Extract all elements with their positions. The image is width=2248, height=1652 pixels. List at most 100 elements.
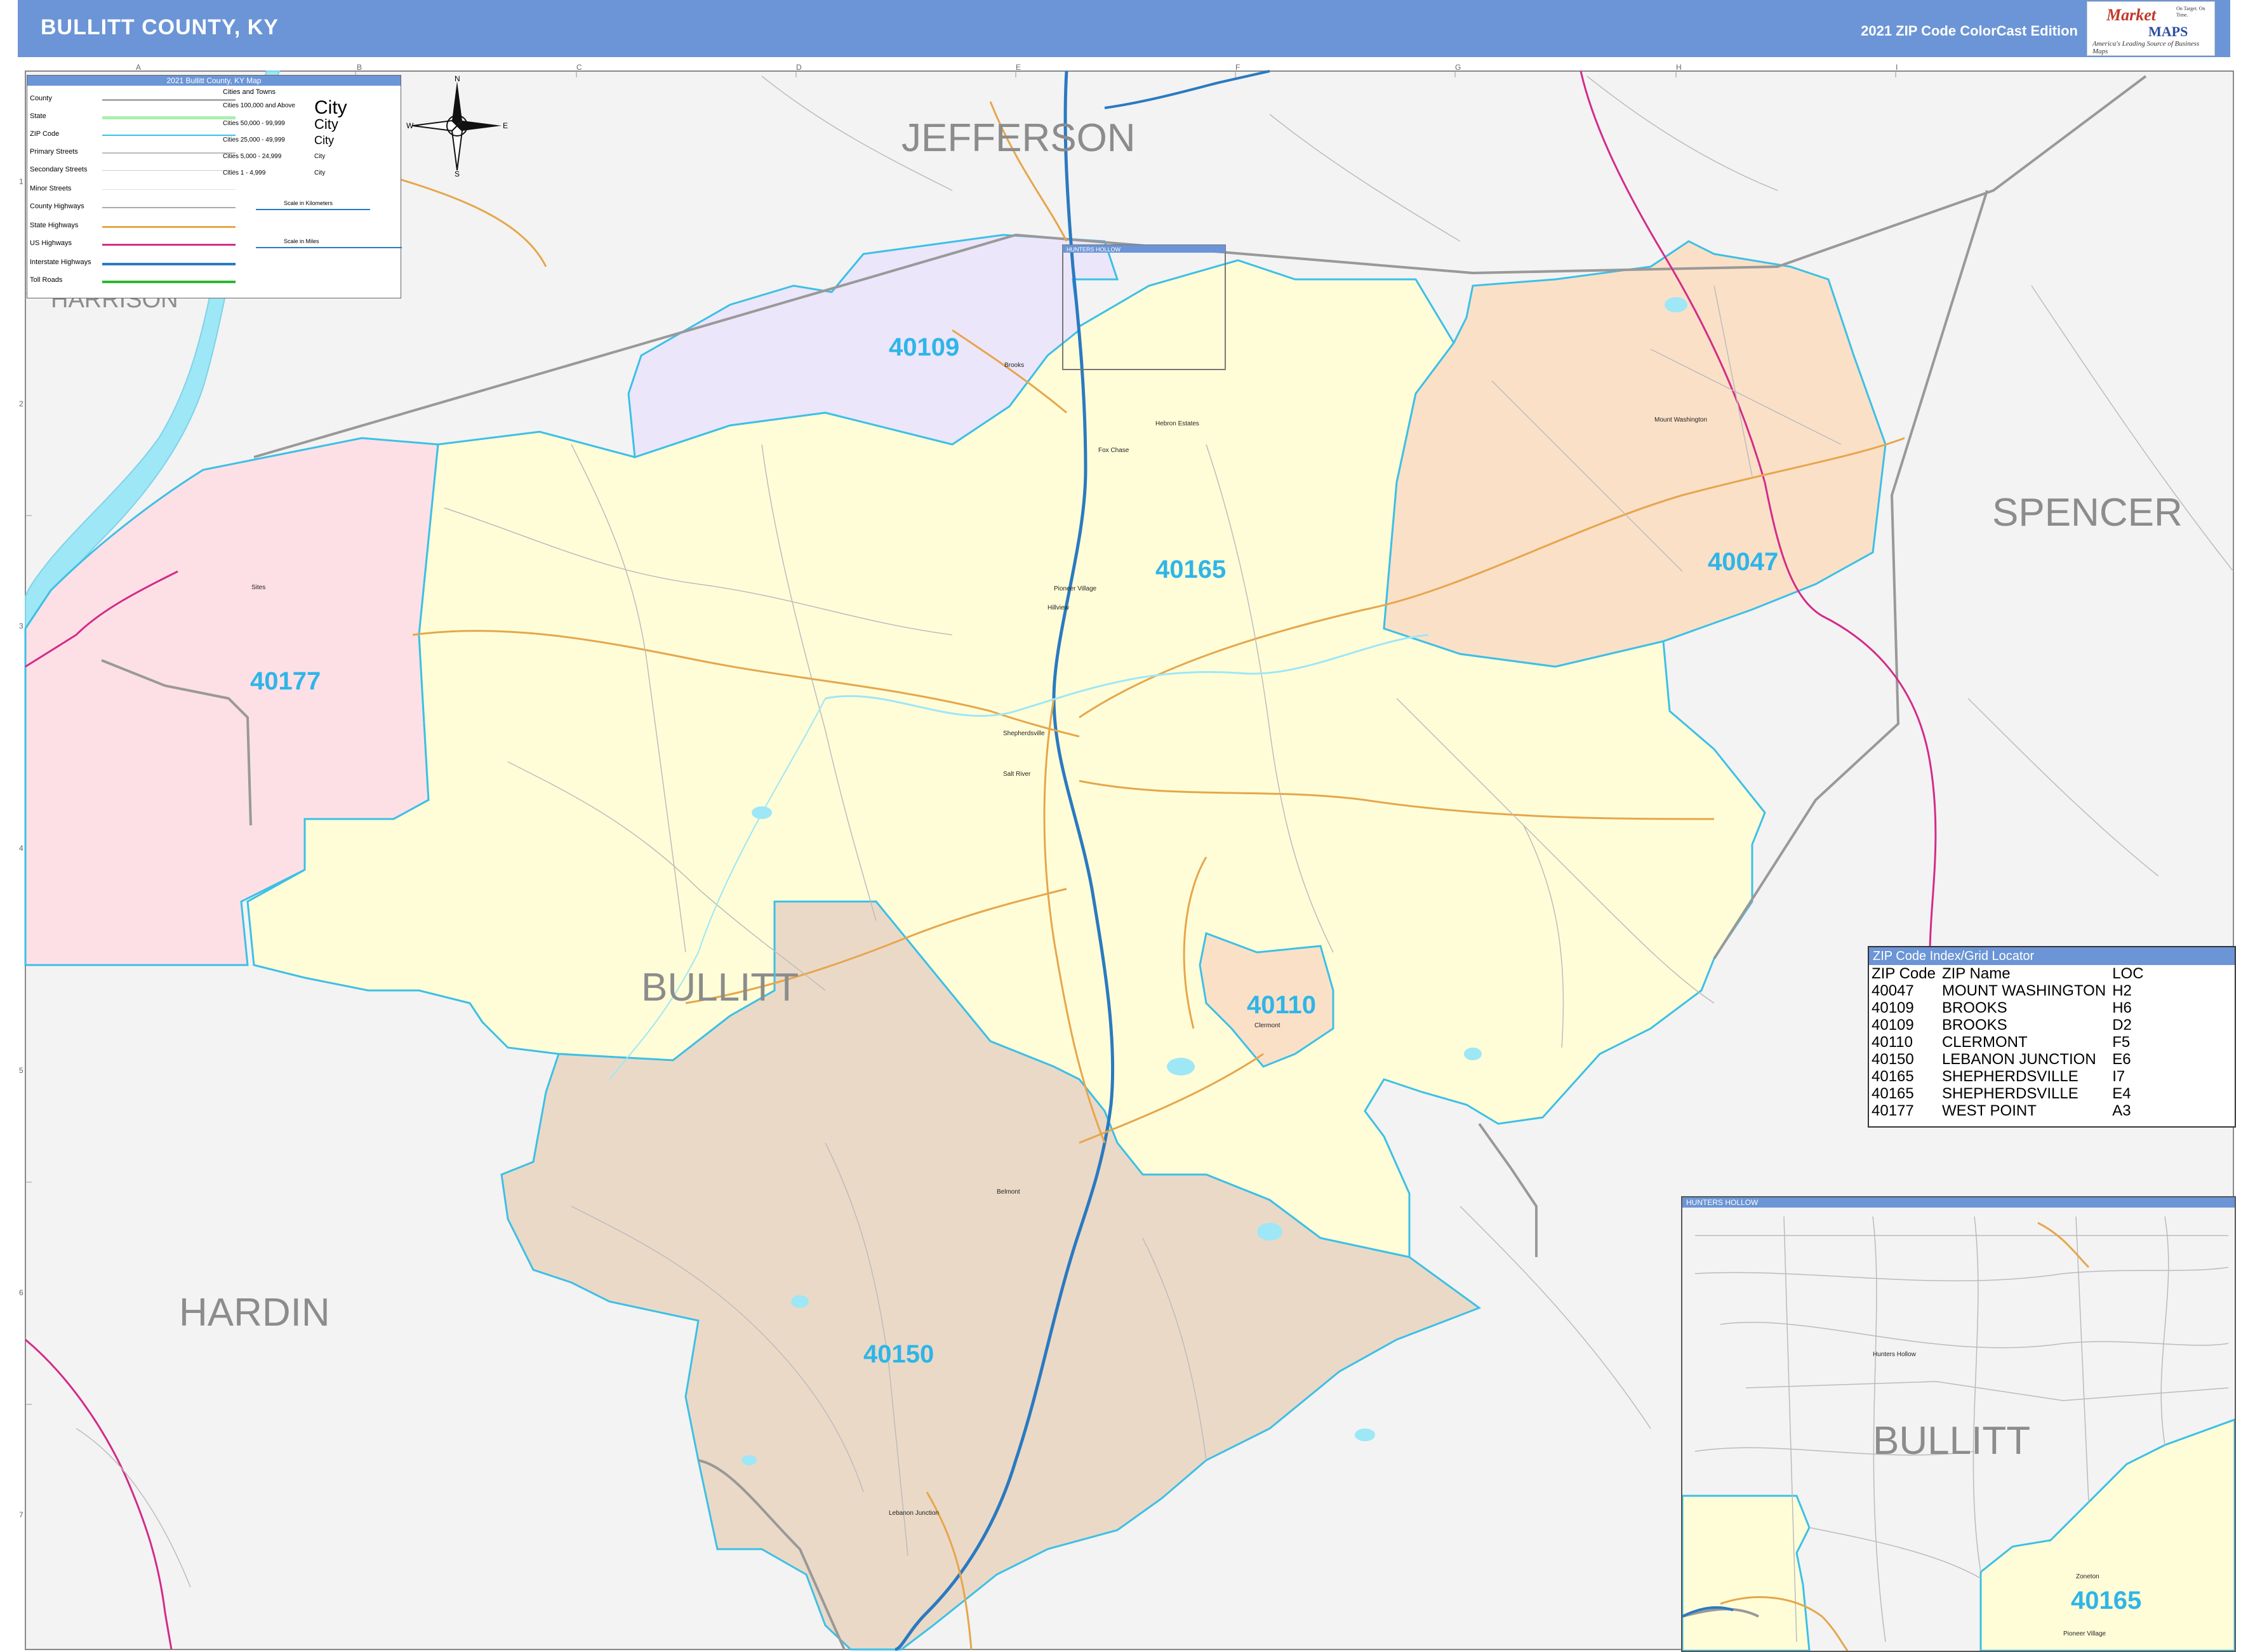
table-row: 40109 BROOKS H6 — [1872, 999, 2150, 1016]
zip-index-table: ZIP Code ZIP Name LOC 40047 MOUNT WASHING… — [1872, 965, 2150, 1119]
grid-col-b: B — [357, 63, 362, 72]
grid-row-4: 4 — [19, 844, 23, 853]
city-clermont: Clermont — [1254, 1022, 1280, 1029]
table-row: 40165 SHEPHERDSVILLE I7 — [1872, 1068, 2150, 1085]
inset-zip-label: 40165 — [2071, 1587, 2141, 1615]
compass-rose: N S E W — [406, 75, 508, 177]
legend-state-line — [102, 116, 236, 119]
grid-col-i: I — [1896, 63, 1898, 72]
grid-row-5: 5 — [19, 1066, 23, 1075]
zip-label-40177: 40177 — [250, 667, 321, 695]
city-shepherdsville: Shepherdsville — [1003, 730, 1045, 737]
inset-city-pioneer-village: Pioneer Village — [2063, 1630, 2106, 1637]
legend-cities-4: Cities 5,000 - 24,999 — [223, 153, 282, 160]
zip-loc-cell: E4 — [2112, 1085, 2131, 1102]
inset-map[interactable]: HUNTERS HOLLOW Hunters Hollow Zoneton Pi… — [1681, 1196, 2236, 1652]
legend-city-sample-4: City — [314, 153, 326, 160]
legend-scale-km-bar — [256, 209, 370, 210]
legend-primary: Primary Streets — [30, 148, 78, 156]
zip-name-cell: SHEPHERDSVILLE — [1941, 1085, 2078, 1102]
legend-county-line — [102, 99, 236, 101]
zip-loc-cell: I7 — [2112, 1068, 2125, 1085]
city-salt-river: Salt River — [1003, 771, 1031, 778]
legend-scale-km: Scale in Kilometers — [284, 200, 333, 206]
zip-name-cell: SHEPHERDSVILLE — [1941, 1068, 2078, 1085]
legend-minor: Minor Streets — [30, 185, 72, 192]
county-label-bullitt: BULLITT — [641, 966, 799, 1009]
legend-interstate: Interstate Highways — [30, 258, 91, 266]
legend-county: County — [30, 95, 52, 102]
inset-map-canvas: Hunters Hollow Zoneton Pioneer Village B… — [1682, 1208, 2235, 1651]
legend-primary-line — [102, 152, 236, 154]
legend-state-hwy-line — [102, 226, 236, 228]
zip-name-cell: BROOKS — [1941, 999, 2007, 1016]
inset-locator-label: HUNTERS HOLLOW — [1067, 246, 1121, 253]
legend-city-sample-3: City — [314, 134, 334, 147]
table-row: 40109 BROOKS D2 — [1872, 1016, 2150, 1034]
grid-col-h: H — [1676, 63, 1682, 72]
compass-s: S — [455, 170, 460, 177]
compass-w: W — [406, 121, 414, 130]
zip-index-header-name: ZIP Name — [1941, 965, 2011, 982]
map-legend: 2021 Bullitt County, KY Map County State… — [27, 75, 402, 298]
county-label-hardin: HARDIN — [179, 1291, 330, 1335]
legend-secondary-line — [102, 170, 236, 171]
zip-name-cell: LEBANON JUNCTION — [1941, 1051, 2096, 1068]
legend-scale-mi: Scale in Miles — [284, 238, 319, 244]
zip-code-cell: 40109 — [1872, 1016, 1914, 1034]
zip-name-cell: CLERMONT — [1941, 1034, 2028, 1051]
zip-index-header-code: ZIP Code — [1872, 965, 1936, 982]
legend-city-sample-2: City — [314, 116, 338, 132]
legend-title: 2021 Bullitt County, KY Map — [27, 76, 401, 86]
legend-zip-line — [102, 135, 236, 136]
grid-col-d: D — [796, 63, 802, 72]
county-label-spencer: SPENCER — [1992, 491, 2183, 535]
compass-west-arrow — [412, 119, 458, 132]
zip-loc-cell: F5 — [2112, 1034, 2131, 1051]
city-hillview: Hillview — [1048, 604, 1070, 611]
legend-us-hwy: US Highways — [30, 239, 72, 247]
zip-code-cell: 40109 — [1872, 999, 1914, 1016]
inset-city-zoneton: Zoneton — [2076, 1573, 2099, 1580]
zip-label-40165: 40165 — [1155, 556, 1226, 583]
zip-code-cell: 40177 — [1872, 1102, 1914, 1119]
legend-city-sample-5: City — [314, 170, 326, 177]
zip-name-cell: MOUNT WASHINGTON — [1941, 982, 2106, 999]
legend-state: State — [30, 112, 46, 120]
grid-row-1: 1 — [19, 177, 23, 186]
grid-row-3: 3 — [19, 622, 23, 630]
zip-label-40150: 40150 — [863, 1340, 934, 1368]
table-row: 40110 CLERMONT F5 — [1872, 1034, 2150, 1051]
zip-code-index: ZIP Code Index/Grid Locator ZIP Code ZIP… — [1868, 946, 2236, 1128]
legend-minor-line — [102, 189, 236, 190]
zip-loc-cell: D2 — [2112, 1016, 2132, 1034]
zip-code-cell: 40165 — [1872, 1085, 1914, 1102]
legend-cities-5: Cities 1 - 4,999 — [223, 170, 266, 177]
inset-county-label: BULLITT — [1873, 1419, 2030, 1463]
table-row: 40165 SHEPHERDSVILLE E4 — [1872, 1085, 2150, 1102]
city-mount-washington: Mount Washington — [1654, 416, 1707, 423]
zip-label-40109: 40109 — [889, 333, 959, 361]
grid-row-7: 7 — [19, 1510, 23, 1519]
legend-county-hwy-line — [102, 207, 236, 208]
zip-index-title: ZIP Code Index/Grid Locator — [1869, 947, 2235, 965]
zip-name-cell: BROOKS — [1941, 1016, 2007, 1034]
legend-cities-2: Cities 50,000 - 99,999 — [223, 120, 285, 127]
table-row: 40150 LEBANON JUNCTION E6 — [1872, 1051, 2150, 1068]
compass-e: E — [503, 121, 508, 130]
compass-east-arrow — [457, 121, 502, 131]
legend-cities-title: Cities and Towns — [223, 88, 276, 96]
grid-col-a: A — [136, 63, 141, 72]
zip-code-cell: 40110 — [1872, 1034, 1913, 1051]
inset-zip-40165-west — [1682, 1495, 1811, 1651]
legend-cities-3: Cities 25,000 - 49,999 — [223, 137, 285, 143]
city-belmont: Belmont — [997, 1189, 1020, 1196]
zip-loc-cell: H6 — [2112, 999, 2132, 1016]
legend-interstate-line — [102, 263, 236, 265]
grid-col-e: E — [1016, 63, 1021, 72]
inset-city-hunters-hollow: Hunters Hollow — [1873, 1351, 1917, 1358]
grid-row-6: 6 — [19, 1288, 23, 1297]
zip-loc-cell: E6 — [2112, 1051, 2131, 1068]
compass-south-arrow — [451, 124, 463, 171]
city-lebanon-junction: Lebanon Junction — [889, 1510, 939, 1517]
